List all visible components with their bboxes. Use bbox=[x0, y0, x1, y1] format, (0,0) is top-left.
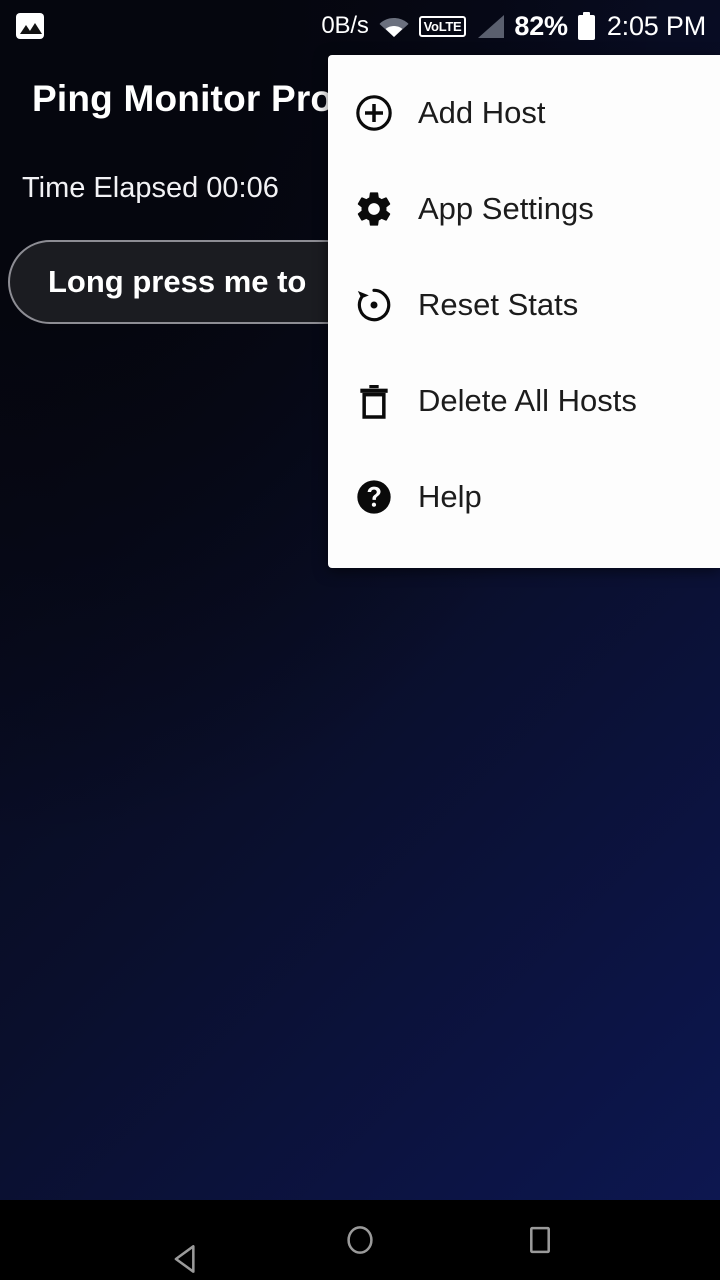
gear-icon bbox=[350, 185, 398, 233]
back-triangle-icon bbox=[168, 1221, 195, 1273]
battery-percent-text: 82% bbox=[514, 10, 568, 41]
restore-icon bbox=[350, 281, 398, 329]
menu-item-add-host[interactable]: Add Host bbox=[328, 65, 720, 161]
battery-icon bbox=[577, 12, 595, 40]
menu-item-label: Help bbox=[418, 479, 482, 514]
network-speed-text: 0B/s bbox=[321, 12, 369, 39]
back-button[interactable] bbox=[145, 1205, 215, 1275]
recents-square-icon bbox=[521, 1221, 559, 1259]
volte-icon: VoLTE bbox=[418, 15, 467, 37]
help-circle-icon bbox=[350, 473, 398, 521]
menu-item-label: Reset Stats bbox=[418, 287, 579, 322]
home-button[interactable] bbox=[325, 1205, 395, 1275]
status-bar: 0B/s VoLTE 82% 2:05 PM bbox=[0, 0, 720, 52]
home-circle-icon bbox=[341, 1221, 379, 1259]
plus-circle-icon bbox=[350, 89, 398, 137]
clock-text: 2:05 PM bbox=[606, 10, 706, 41]
menu-item-label: App Settings bbox=[418, 191, 594, 226]
overflow-menu: Add Host App Settings Reset Stats Delete… bbox=[328, 55, 720, 568]
time-elapsed-label: Time Elapsed 00:06 bbox=[22, 172, 279, 204]
status-bar-right: 0B/s VoLTE 82% 2:05 PM bbox=[321, 11, 706, 42]
page-title: Ping Monitor Pro bbox=[32, 78, 334, 119]
image-icon bbox=[16, 13, 44, 39]
menu-item-label: Delete All Hosts bbox=[418, 383, 637, 418]
signal-bars-icon bbox=[476, 14, 505, 38]
phone-screen: 0B/s VoLTE 82% 2:05 PM Ping Monitor Pro … bbox=[0, 0, 720, 1280]
menu-item-reset-stats[interactable]: Reset Stats bbox=[328, 257, 720, 353]
status-bar-left bbox=[16, 13, 44, 39]
menu-item-app-settings[interactable]: App Settings bbox=[328, 161, 720, 257]
wifi-icon bbox=[379, 14, 409, 38]
menu-item-help[interactable]: Help bbox=[328, 449, 720, 545]
recents-button[interactable] bbox=[505, 1205, 575, 1275]
trash-icon bbox=[350, 377, 398, 425]
long-press-action-button-label: Long press me to bbox=[48, 264, 307, 299]
menu-item-label: Add Host bbox=[418, 95, 546, 130]
navigation-bar bbox=[0, 1200, 720, 1280]
menu-item-delete-all-hosts[interactable]: Delete All Hosts bbox=[328, 353, 720, 449]
